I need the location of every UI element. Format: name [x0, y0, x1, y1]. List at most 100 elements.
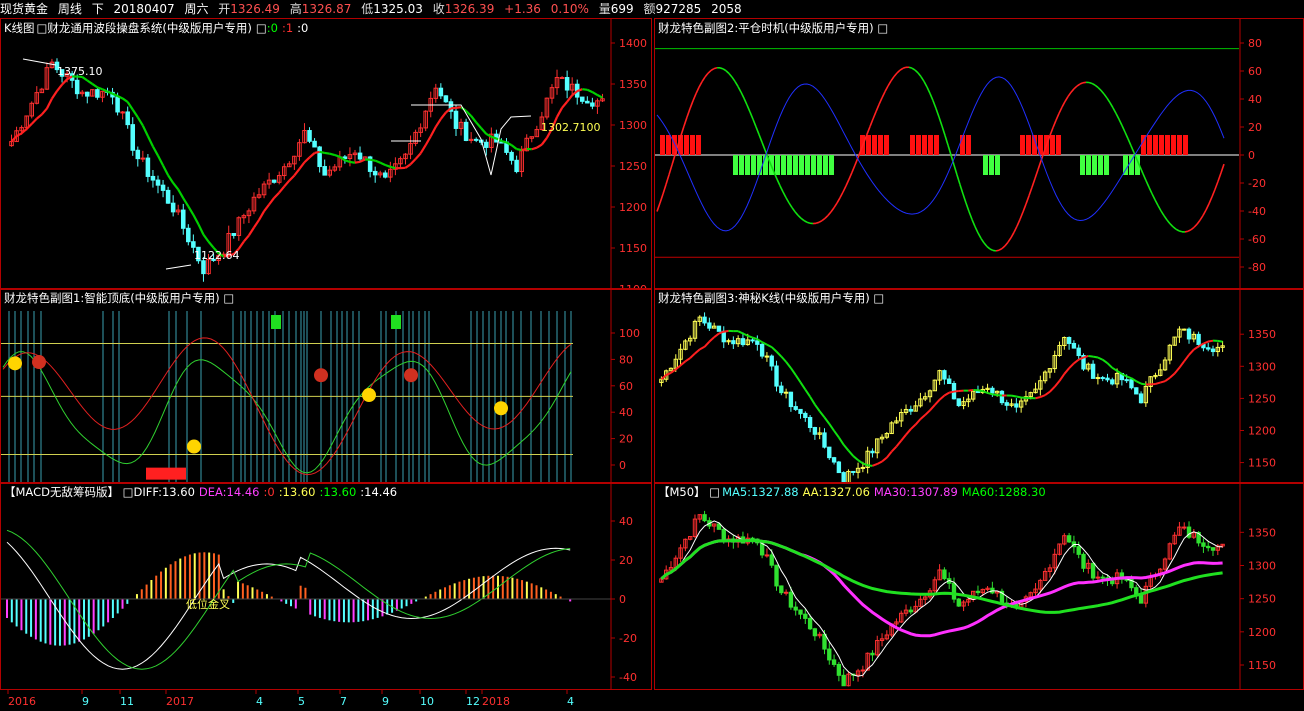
kline-panel[interactable]: K线图 □财龙通用波段操盘系统(中级版用户专用) □:0:1:0 1375.10 11… [0, 18, 652, 290]
signal-bar [690, 135, 695, 155]
trend-ma-segment [344, 159, 351, 164]
mystery-kline-chart[interactable]: 1350 1300 1250 1200 1150 [655, 289, 1304, 484]
signal-bar [787, 155, 792, 175]
m50-tick-label: 1350 [1248, 526, 1276, 539]
extra-value: 2058 [711, 2, 742, 16]
kline-chart[interactable]: 1375.10 1122.64 1302.7100 1400 1350 1300 1250 1… [1, 19, 652, 290]
candle-body [150, 175, 156, 181]
timing-wave-segment [1013, 225, 1018, 233]
timing-wave-segment [791, 207, 796, 213]
timing-wave-segment [752, 118, 757, 128]
macd-chart[interactable]: 低位金叉 40 20 0 -20 -40 [1, 483, 652, 690]
signal-bar [823, 155, 828, 175]
timing-wave-segment [1130, 145, 1135, 153]
candle-body [774, 365, 779, 387]
candle-body [783, 391, 789, 394]
mystery-ma-segment [886, 450, 893, 459]
mystery-ma-segment [857, 459, 864, 465]
timing-wave-segment [818, 219, 823, 224]
kline-tick-label: 1300 [619, 119, 647, 132]
macd-panel[interactable]: 【MACD无敌筹码版】 □DIFF:13.60 DEA:14.46:0:13.60… [0, 482, 652, 690]
mystery-ma-segment [977, 389, 983, 393]
mystery-ma-segment [804, 389, 811, 398]
candle-body [788, 591, 794, 608]
candle-body [779, 385, 784, 394]
trend-ma-segment [390, 165, 396, 170]
timing-wave-segment [749, 111, 754, 120]
timing-wave-segment [908, 66, 913, 69]
mystery-ma-segment [838, 436, 845, 446]
m50-panel[interactable]: 【M50】 □ MA5:1327.88 AA:1327.06 MA30:1307.89… [654, 482, 1304, 690]
top-bottom-panel[interactable]: 财龙特色副图1:智能顶底(中级版用户专用) □ 100 80 60 40 20 0 [0, 288, 652, 484]
mystery-ma-segment [1135, 380, 1142, 385]
period-label[interactable]: 周线 [58, 2, 82, 16]
timing-wave-segment [869, 118, 874, 127]
x-axis-label: 12 [466, 695, 480, 708]
timing-wave-segment [1187, 229, 1192, 232]
trend-ma-segment [470, 115, 478, 124]
signal-bar [872, 135, 877, 155]
m50-title[interactable]: 【M50】 □ [658, 485, 720, 499]
signal-bar [696, 135, 701, 155]
candle-body [942, 569, 947, 580]
m50-title-row: 【M50】 □ MA5:1327.88 AA:1327.06 MA30:1307.89… [658, 484, 1050, 500]
trend-ma-segment [126, 101, 134, 111]
high-value: 1326.87 [301, 2, 352, 16]
candle-body [1201, 542, 1206, 547]
timing-wave-segment [932, 100, 937, 109]
trend-ma-segment [354, 160, 361, 164]
kline-title[interactable]: K线图 [4, 21, 35, 35]
trend-ma-segment [566, 94, 574, 103]
candle-body [1076, 546, 1081, 555]
high-label: 高 [289, 2, 302, 16]
macd-dea: DEA:14.46 [198, 485, 260, 499]
signal-bar [1147, 135, 1152, 155]
signal-face-icon [8, 356, 22, 371]
timing-wave-segment [899, 67, 904, 71]
timing-wave-segment [788, 202, 793, 209]
timing-wave-segment [929, 93, 934, 101]
timing-wave-segment [959, 184, 964, 195]
mystery-ma-segment [665, 371, 672, 376]
instrument-name[interactable]: 现货黄金 [0, 2, 48, 16]
exit-timing-chart[interactable]: 80 60 40 20 0 -20 -40 -60 -80 [655, 19, 1304, 290]
signal-bar [751, 155, 756, 175]
m50-chart[interactable]: 1350 1300 1250 1200 1150 [655, 483, 1304, 690]
panel2-tick-label: -80 [1248, 261, 1266, 274]
top-signal-block [391, 315, 401, 329]
m50-ma5-line [661, 520, 1223, 677]
top-bottom-chart[interactable]: 100 80 60 40 20 0 [1, 289, 652, 484]
signal-bar [878, 135, 883, 155]
candle-body [793, 606, 798, 611]
exit-timing-panel[interactable]: 财龙特色副图2:平仓时机(中级版用户专用) □ 80 60 40 20 0 -20 -40 -… [654, 18, 1304, 290]
macd-tick-label: -40 [619, 671, 637, 684]
candle-body [74, 79, 80, 95]
candle-body [851, 470, 856, 473]
panel1-tick-label: 60 [619, 380, 633, 393]
signal-face-icon [32, 355, 46, 370]
kline-tick-label: 1150 [619, 242, 647, 255]
trend-ma-segment [369, 158, 376, 162]
timing-wave-segment [1061, 101, 1066, 108]
candle-body [463, 121, 469, 141]
timing-wave-segment [944, 135, 949, 146]
mystery-ma-segment [881, 456, 888, 463]
mystery-kline-panel[interactable]: 财龙特色副图3:神秘K线(中级版用户专用) □ 1350 1300 1250 1200… [654, 288, 1304, 484]
time-axis-labels: 2016 9 11 2017 4 5 7 9 10 12 2018 4 [7, 690, 574, 708]
mystery-ma-segment [1140, 382, 1147, 386]
mystery-ma-segment [799, 381, 807, 391]
timing-wave-segment [692, 93, 697, 102]
kline-indicator-name[interactable]: □财龙通用波段操盘系统(中级版用户专用) [37, 21, 252, 35]
trend-ma-segment [177, 188, 185, 199]
mystery-ma-segment [1155, 381, 1161, 385]
change-pct-value: 0.10% [550, 2, 589, 16]
candle-body [160, 184, 166, 191]
trend-ma-segment [379, 161, 386, 166]
macd-title[interactable]: 【MACD无敌筹码版】 □ [4, 485, 134, 499]
mystery-ma-segment [1159, 380, 1166, 384]
kline-collapse-box[interactable]: □ [256, 21, 267, 35]
mystery-ma-segment [1088, 354, 1094, 358]
candle-body [1138, 393, 1144, 404]
trend-ma-segment [349, 160, 356, 164]
x-axis-label: 7 [340, 695, 347, 708]
